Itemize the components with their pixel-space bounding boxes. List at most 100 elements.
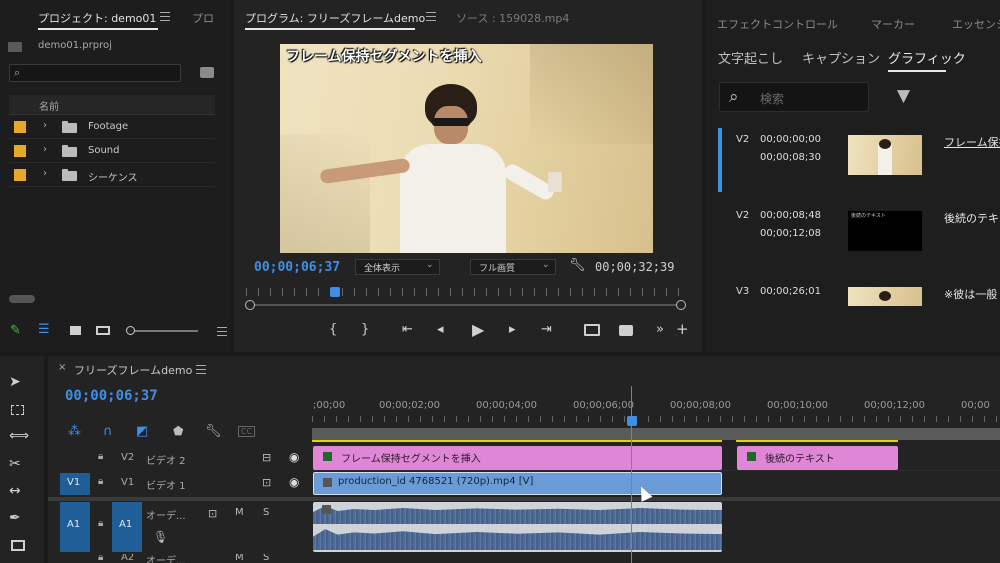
selection-tool-icon[interactable]: ➤ <box>9 374 21 390</box>
new-bin-icon[interactable] <box>200 67 214 78</box>
track-name[interactable]: ビデオ 1 <box>146 477 186 492</box>
wrench-icon[interactable]: 🔧︎ <box>569 258 586 273</box>
freeform-view-icon[interactable] <box>96 326 110 335</box>
project-tab[interactable]: プロジェクト: demo01 <box>38 10 156 26</box>
nest-icon[interactable]: ⁂ <box>68 424 81 439</box>
project-search-input[interactable]: ⌕ <box>9 64 181 82</box>
step-forward-icon[interactable]: ▸ <box>509 322 516 337</box>
tab-transcript[interactable]: 文字起こし <box>718 48 783 67</box>
linked-selection-icon[interactable]: ◩ <box>136 424 148 439</box>
source-patch-a1[interactable]: A1 <box>60 502 90 552</box>
graphic-clip[interactable]: 後続のテキスト <box>737 446 898 470</box>
button-editor-icon[interactable]: + <box>676 320 689 338</box>
source-patch-v1[interactable]: V1 <box>60 473 90 495</box>
chevron-right-icon[interactable]: › <box>43 120 47 131</box>
lock-icon[interactable]: 🔒︎ <box>98 518 103 529</box>
work-area-bar[interactable] <box>312 428 1000 440</box>
work-area-in-range[interactable] <box>736 440 898 442</box>
settings-wrench-icon[interactable]: 🔧︎ <box>205 424 222 439</box>
solo-button[interactable]: S <box>263 507 269 518</box>
timeline-timecode[interactable]: 00;00;06;37 <box>65 388 158 404</box>
sequence-menu-icon[interactable] <box>196 365 206 374</box>
graphics-search-input[interactable]: ⌕ 検索 <box>719 82 869 112</box>
eye-icon[interactable]: ◉ <box>289 475 299 489</box>
zoom-slider-handle[interactable] <box>126 326 135 335</box>
eye-icon[interactable]: ◉ <box>289 450 299 464</box>
more-controls-icon[interactable]: » <box>656 322 664 337</box>
tab-markers[interactable]: マーカー <box>871 16 915 32</box>
mute-button[interactable]: M <box>235 507 244 518</box>
step-back-icon[interactable]: ◂ <box>437 322 444 337</box>
tab-effect-controls[interactable]: エフェクトコントロール <box>717 16 838 32</box>
tab-essential[interactable]: エッセンシ <box>952 16 1000 32</box>
lock-icon[interactable]: 🔒︎ <box>98 451 103 462</box>
audio-clip[interactable] <box>313 502 722 552</box>
zoom-slider[interactable] <box>126 326 198 335</box>
lock-icon[interactable]: 🔒︎ <box>98 554 103 563</box>
project-item-sound[interactable]: › Sound <box>9 139 215 163</box>
scroll-handle-left[interactable] <box>245 300 255 310</box>
lock-icon[interactable]: 🔒︎ <box>98 476 103 487</box>
track-name[interactable]: オーデ... <box>146 554 186 563</box>
chevron-right-icon[interactable]: › <box>43 168 47 179</box>
safe-margins-icon[interactable] <box>584 324 600 336</box>
graphic-title[interactable]: ※彼は一般 <box>944 286 997 302</box>
sync-lock-icon[interactable]: ⊡ <box>262 476 271 489</box>
captions-icon[interactable]: CC <box>238 426 256 437</box>
scroll-handle-right[interactable] <box>676 300 686 310</box>
sync-lock-off-icon[interactable]: ⊟ <box>262 451 271 464</box>
track-name[interactable]: ビデオ 2 <box>146 452 186 467</box>
go-to-in-icon[interactable]: ⇤ <box>402 322 413 337</box>
graphic-title[interactable]: 後続のテキス <box>944 210 1000 226</box>
track-label[interactable]: V2 <box>121 452 134 463</box>
rectangle-tool-icon[interactable] <box>11 540 25 551</box>
label-color-swatch[interactable] <box>14 169 26 181</box>
program-current-timecode[interactable]: 00;00;06;37 <box>254 260 340 275</box>
graphic-clip[interactable]: フレーム保持セグメントを挿入 <box>313 446 722 470</box>
sync-lock-icon[interactable]: ⊡ <box>208 507 217 520</box>
label-color-swatch[interactable] <box>14 121 26 133</box>
play-icon[interactable]: ▶ <box>472 320 484 339</box>
program-ruler[interactable] <box>246 288 682 296</box>
close-icon[interactable]: × <box>58 362 66 373</box>
program-playhead[interactable] <box>330 287 340 297</box>
graphic-title[interactable]: フレーム保持 <box>944 134 1000 150</box>
label-color-swatch[interactable] <box>14 145 26 157</box>
chevron-right-icon[interactable]: › <box>43 144 47 155</box>
voiceover-record-icon[interactable]: 🎙︎ <box>153 530 168 544</box>
video-clip[interactable]: production_id 4768521 (720p).mp4 [V] <box>313 472 722 495</box>
tab-graphics[interactable]: グラフィック <box>888 48 966 67</box>
video-frame[interactable]: フレーム保持セグメントを挿入 <box>280 44 653 253</box>
slip-tool-icon[interactable]: ↔ <box>9 483 21 499</box>
pencil-icon[interactable]: ✎ <box>10 323 21 338</box>
filter-icon[interactable]: ▼ <box>897 86 910 106</box>
sequence-tab[interactable]: フリーズフレームdemo <box>74 362 192 378</box>
project-scrollbar[interactable] <box>9 295 35 303</box>
column-name-label[interactable]: 名前 <box>39 98 59 113</box>
project-item-sequences[interactable]: › シーケンス <box>9 163 215 187</box>
work-area-in-range[interactable] <box>312 440 722 442</box>
solo-button[interactable]: S <box>263 554 269 563</box>
icon-view-icon[interactable] <box>70 326 81 335</box>
export-frame-icon[interactable] <box>619 325 633 336</box>
track-select-tool-icon[interactable] <box>11 405 24 415</box>
list-view-icon[interactable]: ☰ <box>38 322 50 337</box>
program-menu-icon[interactable] <box>426 12 436 21</box>
track-label[interactable]: A2 <box>121 554 134 563</box>
program-scroll-bar[interactable] <box>245 300 686 310</box>
program-tab[interactable]: プログラム: フリーズフレームdemo <box>245 10 425 26</box>
zoom-select[interactable]: 全体表示 ⌄ <box>355 259 440 275</box>
tab-captions[interactable]: キャプション <box>802 48 880 67</box>
mark-in-icon[interactable]: { <box>329 322 337 337</box>
quality-select[interactable]: フル画質 ⌄ <box>470 259 556 275</box>
add-marker-icon[interactable]: ⬟ <box>173 424 183 438</box>
project-tab-overflow[interactable]: プロ <box>192 10 214 26</box>
timeline-ruler[interactable]: ;00;00 00;00;02;00 00;00;04;00 00;00;06;… <box>312 392 1000 432</box>
timeline-playhead[interactable] <box>627 416 637 426</box>
track-target-a1[interactable]: A1 <box>112 502 142 552</box>
snap-icon[interactable]: ∩ <box>103 424 113 439</box>
track-label[interactable]: V1 <box>121 477 134 488</box>
source-tab[interactable]: ソース : 159028.mp4 <box>456 10 569 26</box>
project-options-icon[interactable] <box>217 327 227 336</box>
track-name[interactable]: オーデ... <box>146 507 186 522</box>
